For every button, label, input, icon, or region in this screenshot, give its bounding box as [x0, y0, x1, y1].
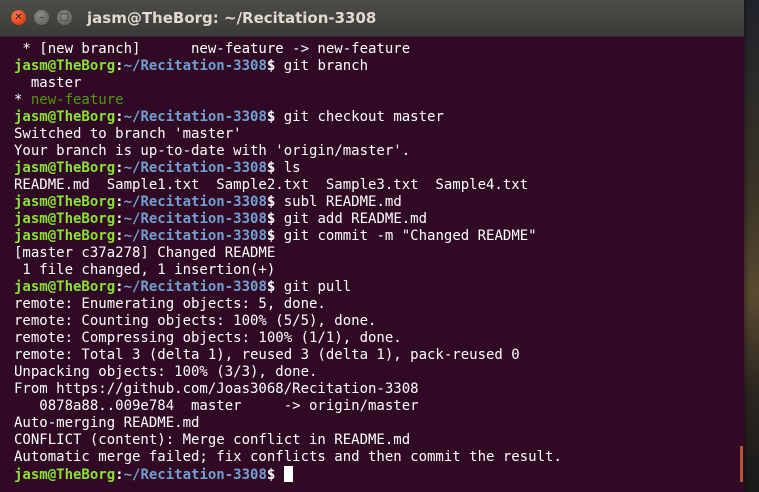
prompt-user: jasm@TheBorg [14, 279, 116, 295]
output-text: remote: Counting objects: 100% (5/5), do… [14, 313, 377, 329]
command-text: git checkout master [283, 109, 444, 125]
minimize-icon[interactable]: – [34, 10, 49, 25]
command-line: jasm@TheBorg:~/Recitation-3308$ git add … [14, 211, 744, 228]
prompt-symbol: $ [266, 109, 284, 125]
prompt-user: jasm@TheBorg [14, 228, 116, 244]
close-icon[interactable]: ✕ [11, 10, 26, 25]
output-text: master [14, 75, 82, 91]
output-text: Auto-merging README.md [14, 415, 200, 431]
prompt-symbol: $ [266, 211, 284, 227]
command-line: jasm@TheBorg:~/Recitation-3308$ git chec… [14, 109, 744, 126]
prompt-path: ~/Recitation-3308 [123, 160, 267, 176]
output-text: remote: Compressing objects: 100% (1/1),… [14, 330, 402, 346]
prompt-user: jasm@TheBorg [14, 211, 116, 227]
prompt-path: ~/Recitation-3308 [123, 109, 267, 125]
prompt-separator: : [115, 467, 124, 483]
prompt-separator: : [115, 58, 124, 74]
terminal-window: ✕ – □ jasm@TheBorg: ~/Recitation-3308 * … [0, 0, 744, 492]
output-text: 0878a88..009e784 master -> origin/master [14, 398, 419, 414]
prompt-symbol: $ [266, 58, 284, 74]
title-bar[interactable]: ✕ – □ jasm@TheBorg: ~/Recitation-3308 [0, 0, 744, 37]
output-line: master [14, 75, 744, 92]
output-line: remote: Counting objects: 100% (5/5), do… [14, 313, 744, 330]
prompt-separator: : [115, 228, 124, 244]
output-text: * [new branch] new-feature -> new-featur… [14, 41, 411, 57]
output-line: From https://github.com/Joas3068/Recitat… [14, 381, 744, 398]
output-text: Switched to branch 'master' [14, 126, 242, 142]
command-line: jasm@TheBorg:~/Recitation-3308$ ls [14, 160, 744, 177]
output-text: 1 file changed, 1 insertion(+) [14, 262, 276, 278]
command-text: git add README.md [283, 211, 428, 227]
current-branch-line: * new-feature [14, 92, 744, 109]
branch-marker: * [14, 92, 31, 108]
prompt-path: ~/Recitation-3308 [123, 194, 267, 210]
command-line: jasm@TheBorg:~/Recitation-3308$ subl REA… [14, 194, 744, 211]
current-branch-name: new-feature [30, 92, 124, 108]
command-line: jasm@TheBorg:~/Recitation-3308$ git bran… [14, 58, 744, 75]
prompt-path: ~/Recitation-3308 [123, 211, 267, 227]
prompt-symbol: $ [266, 194, 284, 210]
active-prompt-line: jasm@TheBorg:~/Recitation-3308$ [14, 466, 744, 483]
prompt-user: jasm@TheBorg [14, 194, 116, 210]
output-text: README.md Sample1.txt Sample2.txt Sample… [14, 177, 529, 193]
output-text: From https://github.com/Joas3068/Recitat… [14, 381, 419, 397]
maximize-icon[interactable]: □ [57, 10, 72, 25]
command-text: subl README.md [283, 194, 402, 210]
prompt-symbol: $ [266, 228, 284, 244]
output-text: remote: Total 3 (delta 1), reused 3 (del… [14, 347, 520, 363]
output-line: remote: Total 3 (delta 1), reused 3 (del… [14, 347, 744, 364]
output-text: Unpacking objects: 100% (3/3), done. [14, 364, 318, 380]
text-cursor [283, 466, 293, 482]
command-text: git branch [283, 58, 369, 74]
prompt-path: ~/Recitation-3308 [123, 467, 267, 483]
output-line: Automatic merge failed; fix conflicts an… [14, 449, 744, 466]
command-line: jasm@TheBorg:~/Recitation-3308$ git pull [14, 279, 744, 296]
scrollbar-indicator[interactable] [740, 446, 743, 482]
prompt-path: ~/Recitation-3308 [123, 58, 267, 74]
command-text: git pull [283, 279, 352, 295]
output-text: remote: Enumerating objects: 5, done. [14, 296, 326, 312]
window-title: jasm@TheBorg: ~/Recitation-3308 [87, 9, 377, 27]
output-line: Switched to branch 'master' [14, 126, 744, 143]
prompt-separator: : [115, 211, 124, 227]
output-line: README.md Sample1.txt Sample2.txt Sample… [14, 177, 744, 194]
output-line: CONFLICT (content): Merge conflict in RE… [14, 432, 744, 449]
output-line: Your branch is up-to-date with 'origin/m… [14, 143, 744, 160]
output-line: 1 file changed, 1 insertion(+) [14, 262, 744, 279]
prompt-symbol: $ [266, 467, 284, 483]
prompt-symbol: $ [266, 160, 284, 176]
output-line: remote: Compressing objects: 100% (1/1),… [14, 330, 744, 347]
prompt-user: jasm@TheBorg [14, 58, 116, 74]
terminal-output[interactable]: * [new branch] new-feature -> new-featur… [0, 37, 744, 492]
prompt-path: ~/Recitation-3308 [123, 279, 267, 295]
desktop-background-right [744, 0, 759, 492]
prompt-separator: : [115, 279, 124, 295]
prompt-symbol: $ [266, 279, 284, 295]
command-text: ls [283, 160, 301, 176]
output-line: 0878a88..009e784 master -> origin/master [14, 398, 744, 415]
output-text: [master c37a278] Changed README [14, 245, 276, 261]
output-line: Unpacking objects: 100% (3/3), done. [14, 364, 744, 381]
prompt-user: jasm@TheBorg [14, 160, 116, 176]
output-text: Automatic merge failed; fix conflicts an… [14, 449, 562, 465]
prompt-user: jasm@TheBorg [14, 109, 116, 125]
output-text: CONFLICT (content): Merge conflict in RE… [14, 432, 411, 448]
prompt-separator: : [115, 194, 124, 210]
prompt-separator: : [115, 109, 124, 125]
prompt-separator: : [115, 160, 124, 176]
prompt-user: jasm@TheBorg [14, 467, 116, 483]
command-text: git commit -m "Changed README" [283, 228, 537, 244]
output-text: Your branch is up-to-date with 'origin/m… [14, 143, 411, 159]
output-line: remote: Enumerating objects: 5, done. [14, 296, 744, 313]
output-line: [master c37a278] Changed README [14, 245, 744, 262]
command-line: jasm@TheBorg:~/Recitation-3308$ git comm… [14, 228, 744, 245]
prompt-path: ~/Recitation-3308 [123, 228, 267, 244]
output-line: * [new branch] new-feature -> new-featur… [14, 41, 744, 58]
output-line: Auto-merging README.md [14, 415, 744, 432]
